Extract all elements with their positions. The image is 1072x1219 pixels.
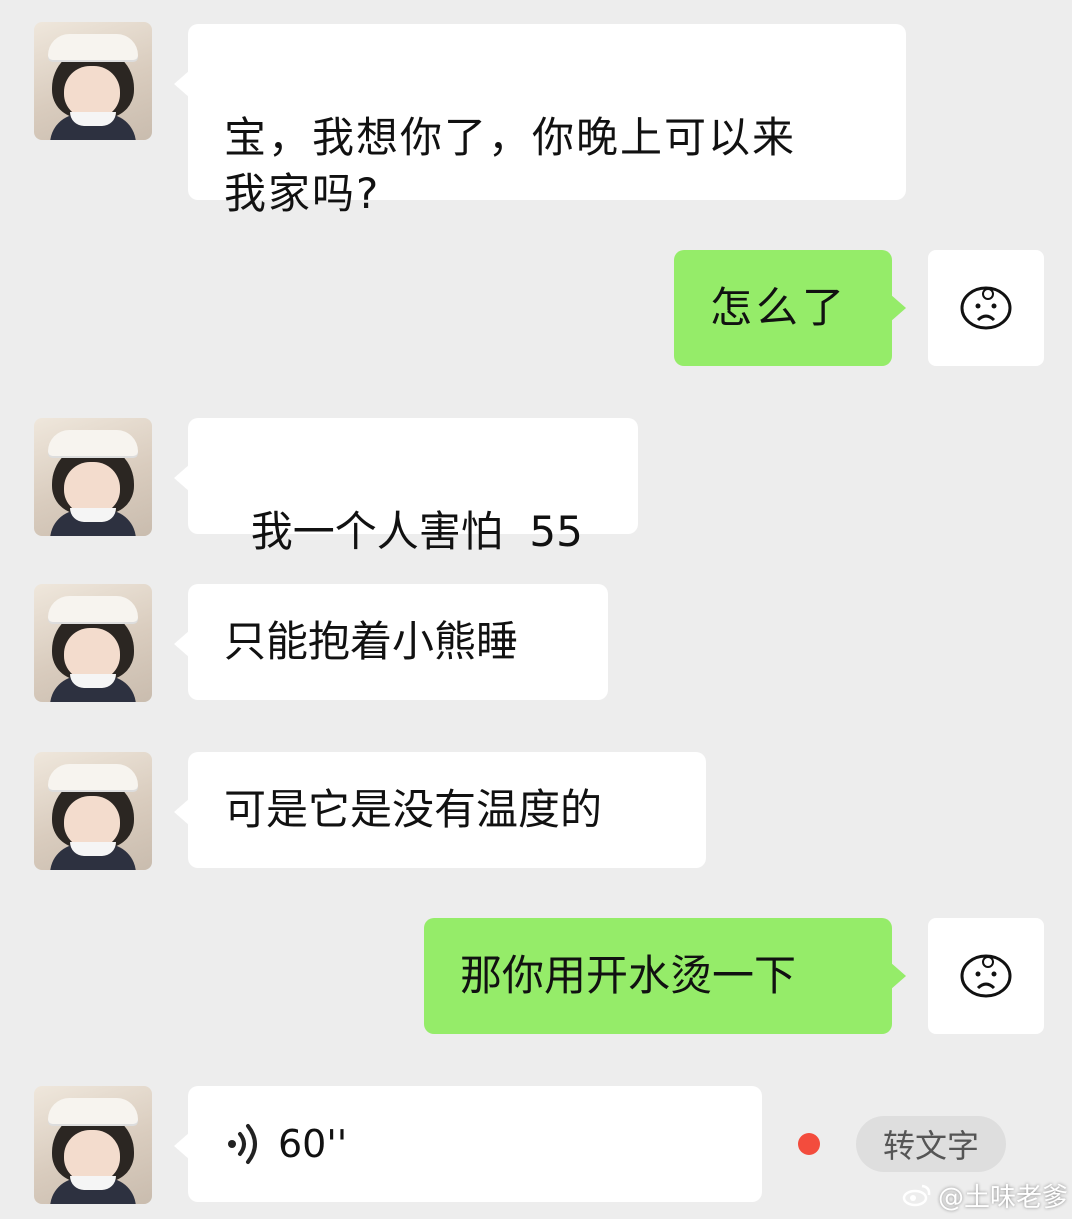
message-text: 只能抱着小熊睡 [224,617,519,666]
message-text: 我一个人害怕 55 [250,507,583,556]
message-bubble-incoming[interactable]: 宝，我想你了，你晚上可以来 我家吗? [174,24,906,218]
contact-avatar[interactable] [34,22,152,140]
message-text: 那你用开水烫一下 [460,951,797,1000]
message-bubble-incoming[interactable]: 我一个人害怕 55 [174,418,638,556]
contact-avatar[interactable] [34,1086,152,1204]
message-bubble-outgoing[interactable]: 那你用开水烫一下 [424,918,906,1034]
watermark-text: @土味老爹 [938,1182,1069,1213]
my-avatar[interactable] [928,918,1044,1034]
convert-to-text-button[interactable]: 转文字 [856,1116,1006,1172]
my-avatar[interactable] [928,250,1044,366]
doodle-face-icon [960,954,1012,998]
message-text: 怎么了 [710,283,849,332]
message-bubble-incoming[interactable]: 只能抱着小熊睡 [174,584,608,700]
message-bubble-incoming[interactable]: 可是它是没有温度的 [174,752,706,868]
message-text: 宝，我想你了，你晚上可以来 我家吗? [224,113,797,218]
sound-wave-icon [228,1124,257,1164]
contact-avatar[interactable] [34,584,152,702]
voice-duration: 60'' [278,1122,348,1166]
contact-avatar[interactable] [34,418,152,536]
watermark: @土味老爹 [902,1178,1069,1213]
message-bubble-outgoing[interactable]: 怎么了 [674,250,906,366]
voice-message-bubble[interactable]: 60'' [174,1086,762,1202]
red-dot-icon [798,1133,820,1155]
doodle-face-icon [960,286,1012,330]
weibo-icon [902,1184,931,1207]
convert-label: 转文字 [882,1127,979,1165]
contact-avatar[interactable] [34,752,152,870]
message-text: 可是它是没有温度的 [224,785,603,834]
